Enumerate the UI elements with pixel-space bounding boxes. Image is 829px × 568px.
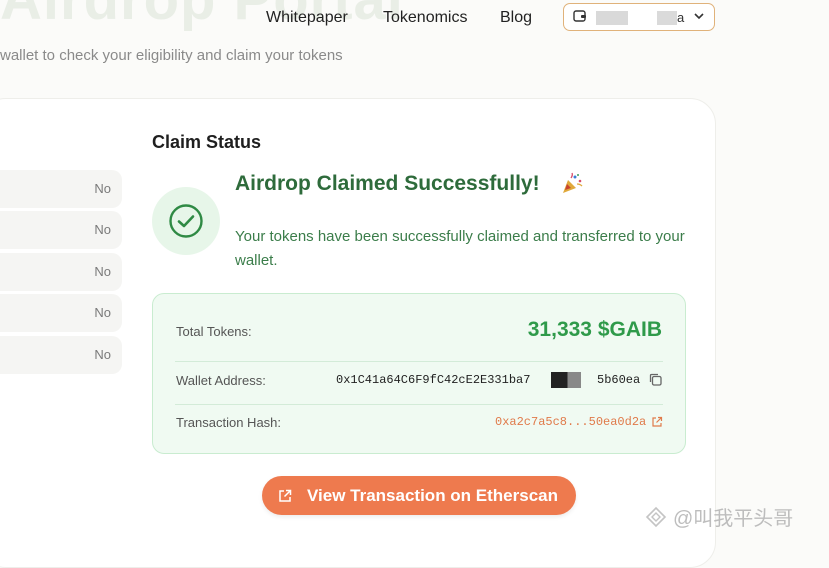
wallet-address-suffix-value: 5b60ea (597, 373, 641, 387)
wallet-address-value: 0x1C41a64C6F9fC42cE2E331ba7 (336, 373, 531, 387)
eligibility-row: No (0, 170, 122, 208)
wallet-icon (573, 10, 586, 22)
total-tokens-label: Total Tokens: (176, 324, 252, 339)
tx-hash-label: Transaction Hash: (176, 415, 282, 430)
tx-hash-link[interactable]: 0xa2c7a5c8...50ea0d2a (495, 415, 646, 429)
copy-icon[interactable] (648, 372, 663, 387)
external-link-icon (279, 489, 292, 502)
eligibility-value: No (94, 222, 111, 237)
total-tokens-value: 31,333 $GAIB (527, 318, 662, 341)
wallet-address-suffix: a (677, 10, 685, 25)
eligibility-value: No (94, 181, 111, 196)
watermark-text: @叫我平头哥 (673, 508, 794, 530)
success-message: Your tokens have been successfully claim… (235, 228, 685, 269)
wallet-address-redacted (596, 11, 628, 25)
nav-link-whitepaper[interactable]: Whitepaper (266, 9, 348, 27)
claim-status-title: Claim Status (152, 132, 262, 152)
eligibility-row: No (0, 336, 122, 374)
external-link-icon[interactable] (651, 416, 663, 428)
view-on-etherscan-button[interactable]: View Transaction on Etherscan (262, 476, 576, 515)
check-circle-icon (152, 187, 220, 255)
eligibility-row: No (0, 211, 122, 249)
nav-link-tokenomics[interactable]: Tokenomics (383, 9, 467, 27)
eligibility-row: No (0, 253, 122, 291)
view-on-etherscan-label: View Transaction on Etherscan (307, 486, 558, 505)
nav-link-blog[interactable]: Blog (500, 9, 532, 27)
chevron-down-icon (694, 13, 704, 20)
divider (175, 404, 663, 405)
success-title: Airdrop Claimed Successfully! (235, 172, 540, 195)
wallet-address-label: Wallet Address: (176, 373, 266, 388)
eligibility-row: No (0, 294, 122, 332)
eligibility-value: No (94, 264, 111, 279)
eligibility-value: No (94, 305, 111, 320)
watermark-logo-icon (645, 506, 667, 528)
claim-details-box: Total Tokens: 31,333 $GAIB Wallet Addres… (152, 293, 686, 454)
page-subtitle: wallet to check your eligibility and cla… (0, 47, 343, 64)
wallet-connect-button[interactable]: a (563, 3, 715, 31)
divider (175, 361, 663, 362)
party-popper-icon (563, 172, 583, 193)
eligibility-value: No (94, 347, 111, 362)
wallet-address-redacted-segment (551, 372, 581, 388)
wallet-address-redacted-2 (657, 11, 677, 25)
